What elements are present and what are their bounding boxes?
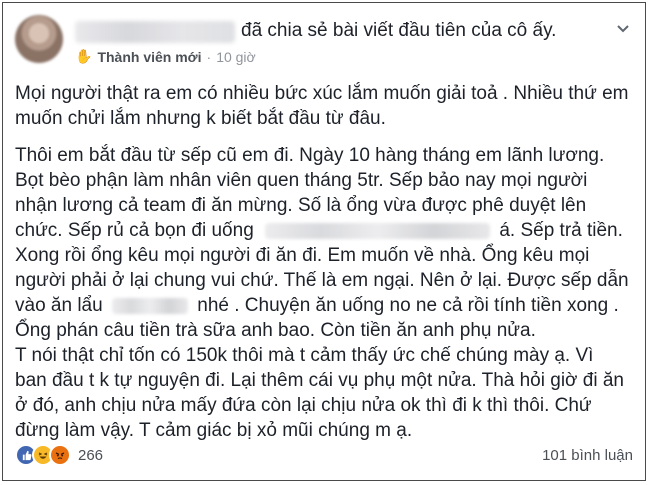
text-line-with-redaction: vào ăn lẩu nhé . Chuyện ăn uống no ne cả… [15,293,635,318]
paragraph-2: Thôi em bắt đầu từ sếp cũ em đi. Ngày 10… [15,143,635,443]
post-card: đã chia sẻ bài viết đầu tiên của cô ấy. … [2,2,646,481]
text-line: nhận lương cả team đi ăn mừng. Số là ổng… [15,195,587,216]
reactions-summary[interactable]: 266 [15,444,103,466]
angry-reaction-icon [49,444,71,466]
post-subline: ✋ Thành viên mới · 10 giờ [75,48,256,65]
waving-hand-icon: ✋ [75,48,93,64]
text-line: ban đầu t k tự nguyện đi. Lại thêm cái v… [15,370,624,391]
paragraph-1: Mọi người thật ra em có nhiều bức xúc lắ… [15,81,635,131]
member-badge[interactable]: Thành viên mới [97,49,201,65]
separator: · [206,48,212,65]
text-segment: chức. Sếp rủ cả bọn đi uống [15,220,254,241]
post-footer: 266 101 bình luận [15,442,633,468]
text-line: Ổng phán câu tiền trà sữa anh bao. Còn t… [15,320,536,341]
text-line: Bọt bèo phận làm nhân viên quen tháng 5t… [15,170,588,191]
text-line: Xong rồi ổng kêu mọi người đi ăn đi. Em … [15,245,590,266]
text-segment: vào ăn lẩu [15,295,103,316]
post-time[interactable]: 10 giờ [216,49,256,65]
post-header: đã chia sẻ bài viết đầu tiên của cô ấy. … [15,13,633,71]
text-line: Mọi người thật ra em có nhiều bức xúc lắ… [15,83,629,104]
avatar[interactable] [15,15,63,63]
text-segment: á. Sếp trả tiền. [499,220,623,241]
post-action-text: đã chia sẻ bài viết đầu tiên của cô ấy. [241,20,557,41]
post-body: Mọi người thật ra em có nhiều bức xúc lắ… [15,81,635,455]
reaction-count: 266 [78,446,104,464]
text-line: đừng làm vậy. T cảm giác bị xỏ mũi chúng… [15,420,413,441]
text-line: T nói thật chỉ tốn có 150k thôi mà t cảm… [15,345,594,366]
text-line-with-redaction: chức. Sếp rủ cả bọn đi uống á. Sếp trả t… [15,218,635,243]
text-line: muốn chửi lắm nhưng k biết bắt đầu từ đâ… [15,108,386,129]
redacted-text [265,222,491,239]
chevron-down-icon[interactable] [615,21,631,37]
redacted-text [111,297,188,314]
text-line: người phải ở lại chung vui chứ. Thế là e… [15,270,629,291]
author-name-blurred[interactable] [75,21,235,43]
text-segment: nhé . Chuyện ăn uống no ne cả rồi tính t… [197,295,619,316]
comments-count-link[interactable]: 101 bình luận [542,447,633,464]
text-line: Thôi em bắt đầu từ sếp cũ em đi. Ngày 10… [15,145,605,166]
text-line: ở đó, anh chịu nửa mấy đứa còn lại chịu … [15,395,592,416]
